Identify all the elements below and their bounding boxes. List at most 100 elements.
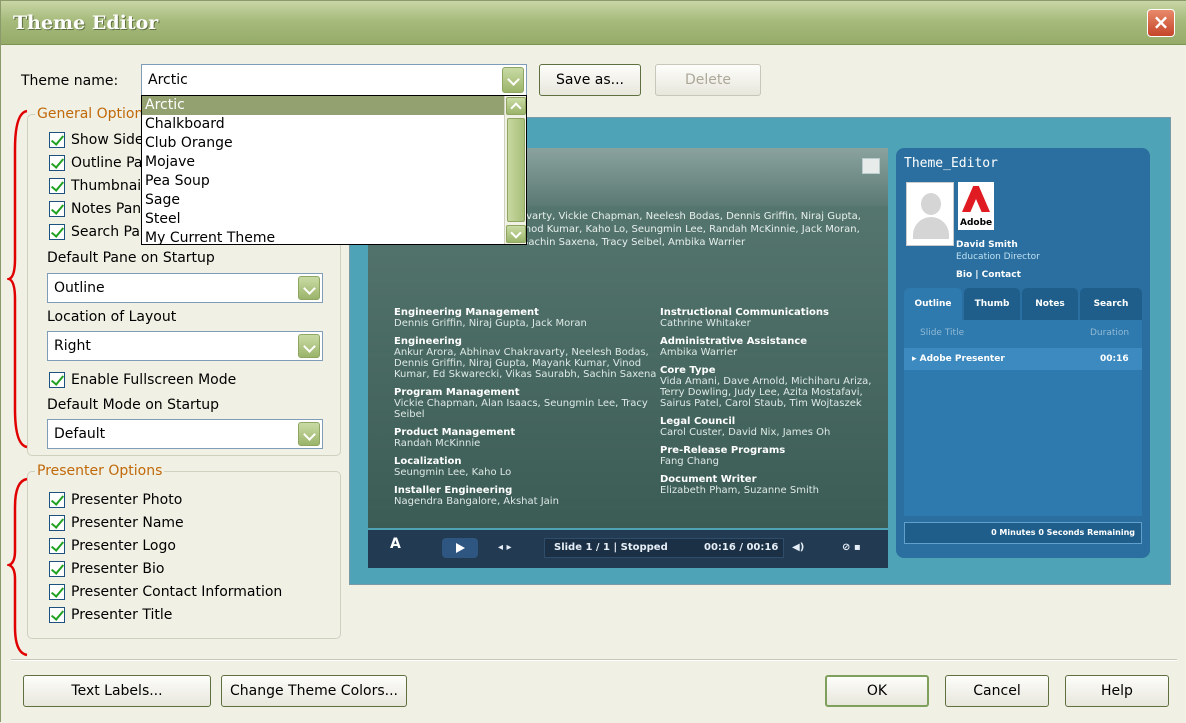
presenter-title: Education Director	[956, 252, 1040, 262]
checkbox-checked-icon	[49, 584, 65, 600]
chevron-down-icon[interactable]	[298, 422, 320, 446]
checkbox-label: Notes Pan	[71, 201, 142, 217]
theme-name-value: Arctic	[148, 72, 188, 88]
show-sidebar-checkbox[interactable]: Show Side	[49, 129, 144, 151]
credit-heading: Localization	[394, 456, 462, 467]
preview-tabs: Outline Thumb Notes Search	[904, 288, 1142, 320]
theme-name-label: Theme name:	[21, 73, 119, 89]
bio-contact-links: Bio | Contact	[956, 270, 1021, 280]
scroll-thumb[interactable]	[507, 118, 525, 222]
theme-dropdown-list[interactable]: Arctic Chalkboard Club Orange Mojave Pea…	[141, 95, 527, 245]
credits-right-column: Instructional Communications Cathrine Whi…	[660, 300, 880, 496]
close-button[interactable]: ×	[1147, 9, 1175, 37]
default-pane-value: Outline	[54, 280, 105, 296]
theme-name-select[interactable]: Arctic	[141, 64, 527, 96]
col-duration: Duration	[1090, 328, 1130, 338]
checkbox-checked-icon	[49, 538, 65, 554]
theme-option[interactable]: Sage	[142, 191, 526, 210]
checkbox-label: Enable Fullscreen Mode	[71, 372, 237, 388]
theme-option[interactable]: Mojave	[142, 153, 526, 172]
checkbox-checked-icon	[49, 515, 65, 531]
theme-option[interactable]: Chalkboard	[142, 115, 526, 134]
checkbox-checked-icon	[49, 201, 65, 217]
checkbox-label: Presenter Bio	[71, 561, 165, 577]
default-pane-label: Default Pane on Startup	[47, 250, 215, 266]
dialog-body: Theme name: Arctic Save as... Delete Gen…	[1, 45, 1186, 723]
scroll-up-icon[interactable]	[506, 97, 526, 115]
chevron-down-icon[interactable]	[298, 276, 320, 300]
chevron-down-icon[interactable]	[298, 334, 320, 358]
presenter-logo-checkbox[interactable]: Presenter Logo	[49, 535, 176, 557]
checkbox-label: Presenter Contact Information	[71, 584, 283, 600]
checkbox-label: Thumbnail	[71, 178, 146, 194]
chevron-down-icon[interactable]	[502, 67, 524, 93]
presenter-photo	[906, 182, 954, 246]
default-pane-select[interactable]: Outline	[47, 273, 323, 303]
link-icon: ⊘ ▪	[842, 542, 861, 553]
credit-names: Ambika Warrier	[660, 347, 738, 358]
text-labels-button[interactable]: Text Labels...	[23, 675, 211, 707]
credit-heading: Legal Council	[660, 416, 736, 427]
credit-names: Ankur Arora, Abhinav Chakravarty, Neeles…	[394, 347, 657, 380]
outline-list: Slide Title Duration ▸ Adobe Presenter 0…	[904, 320, 1142, 516]
presenter-title-checkbox[interactable]: Presenter Title	[49, 604, 172, 626]
save-as-button[interactable]: Save as...	[539, 64, 641, 96]
checkbox-label: Presenter Title	[71, 607, 173, 623]
title-bar[interactable]: Theme Editor ×	[1, 1, 1186, 45]
general-options-legend: General Option	[35, 106, 146, 122]
annotation-bracket	[7, 477, 28, 657]
credit-names: Seungmin Lee, Kaho Lo	[394, 467, 512, 478]
theme-option[interactable]: Steel	[142, 210, 526, 229]
theme-option[interactable]: Arctic	[142, 96, 526, 115]
theme-option[interactable]: My Current Theme	[142, 229, 526, 244]
skip-icons: ◂ ▸	[498, 542, 512, 553]
credits-text: rvarty, Vickie Chapman, Neelesh Bodas, D…	[522, 211, 861, 248]
outline-pane-checkbox[interactable]: Outline Pa	[49, 152, 143, 174]
fullscreen-checkbox[interactable]: Enable Fullscreen Mode	[49, 369, 236, 391]
credit-heading: Program Management	[394, 387, 520, 398]
checkbox-label: Outline Pa	[71, 155, 143, 171]
cancel-button[interactable]: Cancel	[945, 675, 1049, 707]
credit-heading: Installer Engineering	[394, 485, 513, 496]
outline-row-title: ▸ Adobe Presenter	[912, 354, 1005, 364]
presenter-bio-checkbox[interactable]: Presenter Bio	[49, 558, 164, 580]
default-mode-select[interactable]: Default	[47, 419, 323, 449]
window-title: Theme Editor	[13, 12, 159, 34]
playback-controls: A ◂ ▸ Slide 1 / 1 | Stopped 00:16 / 00:1…	[368, 530, 888, 568]
dropdown-scrollbar[interactable]	[504, 96, 526, 244]
credit-names: Randah McKinnie	[394, 438, 481, 449]
tab-notes: Notes	[1022, 288, 1078, 320]
search-pane-checkbox[interactable]: Search Pa	[49, 221, 140, 243]
scroll-down-icon[interactable]	[506, 225, 526, 243]
tab-search: Search	[1080, 288, 1142, 320]
credit-heading: Pre-Release Programs	[660, 445, 786, 456]
checkbox-label: Show Side	[71, 132, 144, 148]
help-button[interactable]: Help	[1065, 675, 1169, 707]
credit-names: Fang Chang	[660, 456, 719, 467]
checkbox-label: Presenter Photo	[71, 492, 183, 508]
credits-left-column: Engineering Management Dennis Griffin, Ni…	[394, 300, 664, 507]
ok-button[interactable]: OK	[825, 675, 929, 707]
presenter-name-checkbox[interactable]: Presenter Name	[49, 512, 184, 534]
checkbox-checked-icon	[49, 178, 65, 194]
theme-option[interactable]: Club Orange	[142, 134, 526, 153]
outline-row: ▸ Adobe Presenter 00:16	[904, 348, 1142, 370]
presenter-options-legend: Presenter Options	[35, 463, 165, 479]
presenter-photo-checkbox[interactable]: Presenter Photo	[49, 489, 182, 511]
thumbnail-pane-checkbox[interactable]: Thumbnail	[49, 175, 145, 197]
presenter-contact-checkbox[interactable]: Presenter Contact Information	[49, 581, 282, 603]
delete-button[interactable]: Delete	[655, 64, 761, 96]
credit-names: Vida Amani, Dave Arnold, Michiharu Ariza…	[660, 376, 872, 409]
checkbox-checked-icon	[49, 492, 65, 508]
credit-names: Vickie Chapman, Alan Isaacs, Seungmin Le…	[394, 398, 648, 420]
theme-option[interactable]: Pea Soup	[142, 172, 526, 191]
presenter-side-panel: Theme_Editor Adobe David Smith Education…	[896, 148, 1150, 558]
default-mode-label: Default Mode on Startup	[47, 397, 220, 413]
credit-heading: Engineering	[394, 336, 462, 347]
col-slide-title: Slide Title	[920, 328, 965, 338]
change-theme-colors-button[interactable]: Change Theme Colors...	[221, 675, 407, 707]
notes-pane-checkbox[interactable]: Notes Pan	[49, 198, 141, 220]
side-panel-title: Theme_Editor	[904, 156, 998, 171]
location-layout-select[interactable]: Right	[47, 331, 323, 361]
credit-names: Elizabeth Pham, Suzanne Smith	[660, 485, 819, 496]
